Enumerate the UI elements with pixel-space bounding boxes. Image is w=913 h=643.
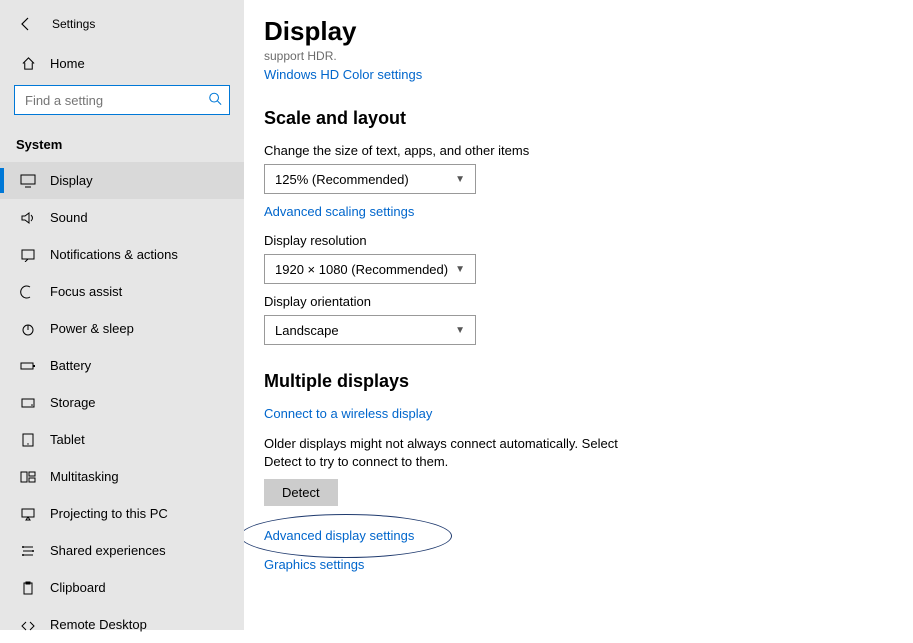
orientation-select[interactable]: Landscape ▼ xyxy=(264,315,476,345)
chevron-down-icon: ▼ xyxy=(455,325,465,336)
detect-button[interactable]: Detect xyxy=(264,479,338,506)
scale-label: Change the size of text, apps, and other… xyxy=(264,143,889,158)
nav-item-clipboard[interactable]: Clipboard xyxy=(0,569,244,606)
search-icon xyxy=(208,92,222,109)
page-title: Display xyxy=(264,16,889,47)
sound-icon xyxy=(20,211,36,225)
chevron-down-icon: ▼ xyxy=(455,264,465,275)
nav-label: Notifications & actions xyxy=(50,247,178,262)
battery-icon xyxy=(20,359,36,373)
resolution-value: 1920 × 1080 (Recommended) xyxy=(275,262,448,277)
nav-item-tablet[interactable]: Tablet xyxy=(0,421,244,458)
home-icon xyxy=(20,56,36,71)
nav-item-display[interactable]: Display xyxy=(0,162,244,199)
sidebar: Settings Home System Display Sound Notif… xyxy=(0,0,244,630)
topbar: Settings xyxy=(0,8,244,46)
scale-heading: Scale and layout xyxy=(264,108,889,129)
nav-item-multitasking[interactable]: Multitasking xyxy=(0,458,244,495)
wireless-display-link[interactable]: Connect to a wireless display xyxy=(264,406,889,421)
nav-label: Battery xyxy=(50,358,91,373)
shared-icon xyxy=(20,544,36,558)
power-icon xyxy=(20,322,36,336)
focus-icon xyxy=(20,285,36,299)
nav-item-power[interactable]: Power & sleep xyxy=(0,310,244,347)
nav-list: Display Sound Notifications & actions Fo… xyxy=(0,162,244,643)
nav-item-shared[interactable]: Shared experiences xyxy=(0,532,244,569)
app-title: Settings xyxy=(52,17,95,31)
search-wrap xyxy=(0,81,244,125)
nav-item-battery[interactable]: Battery xyxy=(0,347,244,384)
orientation-label: Display orientation xyxy=(264,294,889,309)
display-icon xyxy=(20,174,36,188)
search-input[interactable] xyxy=(14,85,230,115)
nav-label: Projecting to this PC xyxy=(50,506,168,521)
nav-label: Focus assist xyxy=(50,284,122,299)
scale-value: 125% (Recommended) xyxy=(275,172,409,187)
nav-label: Display xyxy=(50,173,93,188)
nav-label: Multitasking xyxy=(50,469,119,484)
advanced-display-link[interactable]: Advanced display settings xyxy=(264,528,889,543)
notifications-icon xyxy=(20,248,36,262)
clipboard-icon xyxy=(20,581,36,595)
nav-label: Sound xyxy=(50,210,88,225)
advanced-scaling-link[interactable]: Advanced scaling settings xyxy=(264,204,889,219)
resolution-select[interactable]: 1920 × 1080 (Recommended) ▼ xyxy=(264,254,476,284)
remote-icon xyxy=(20,618,36,632)
orientation-value: Landscape xyxy=(275,323,339,338)
section-label: System xyxy=(0,125,244,162)
main-content: Display support HDR. Windows HD Color se… xyxy=(244,0,913,630)
nav-label: Shared experiences xyxy=(50,543,166,558)
nav-item-remote[interactable]: Remote Desktop xyxy=(0,606,244,643)
nav-item-sound[interactable]: Sound xyxy=(0,199,244,236)
nav-label: Power & sleep xyxy=(50,321,134,336)
multitasking-icon xyxy=(20,470,36,484)
chevron-down-icon: ▼ xyxy=(455,174,465,185)
back-button[interactable] xyxy=(16,14,36,34)
scale-select[interactable]: 125% (Recommended) ▼ xyxy=(264,164,476,194)
home-label: Home xyxy=(50,56,85,71)
hd-color-link[interactable]: Windows HD Color settings xyxy=(264,67,889,82)
nav-label: Tablet xyxy=(50,432,85,447)
nav-label: Clipboard xyxy=(50,580,106,595)
nav-item-notifications[interactable]: Notifications & actions xyxy=(0,236,244,273)
hdr-remnant-text: support HDR. xyxy=(264,49,889,63)
storage-icon xyxy=(20,396,36,410)
nav-item-projecting[interactable]: Projecting to this PC xyxy=(0,495,244,532)
tablet-icon xyxy=(20,433,36,447)
resolution-label: Display resolution xyxy=(264,233,889,248)
nav-item-focus[interactable]: Focus assist xyxy=(0,273,244,310)
nav-label: Storage xyxy=(50,395,96,410)
detect-help-text: Older displays might not always connect … xyxy=(264,435,624,471)
graphics-settings-link[interactable]: Graphics settings xyxy=(264,557,889,572)
home-nav[interactable]: Home xyxy=(0,46,244,81)
multiple-displays-heading: Multiple displays xyxy=(264,371,889,392)
nav-item-storage[interactable]: Storage xyxy=(0,384,244,421)
projecting-icon xyxy=(20,507,36,521)
